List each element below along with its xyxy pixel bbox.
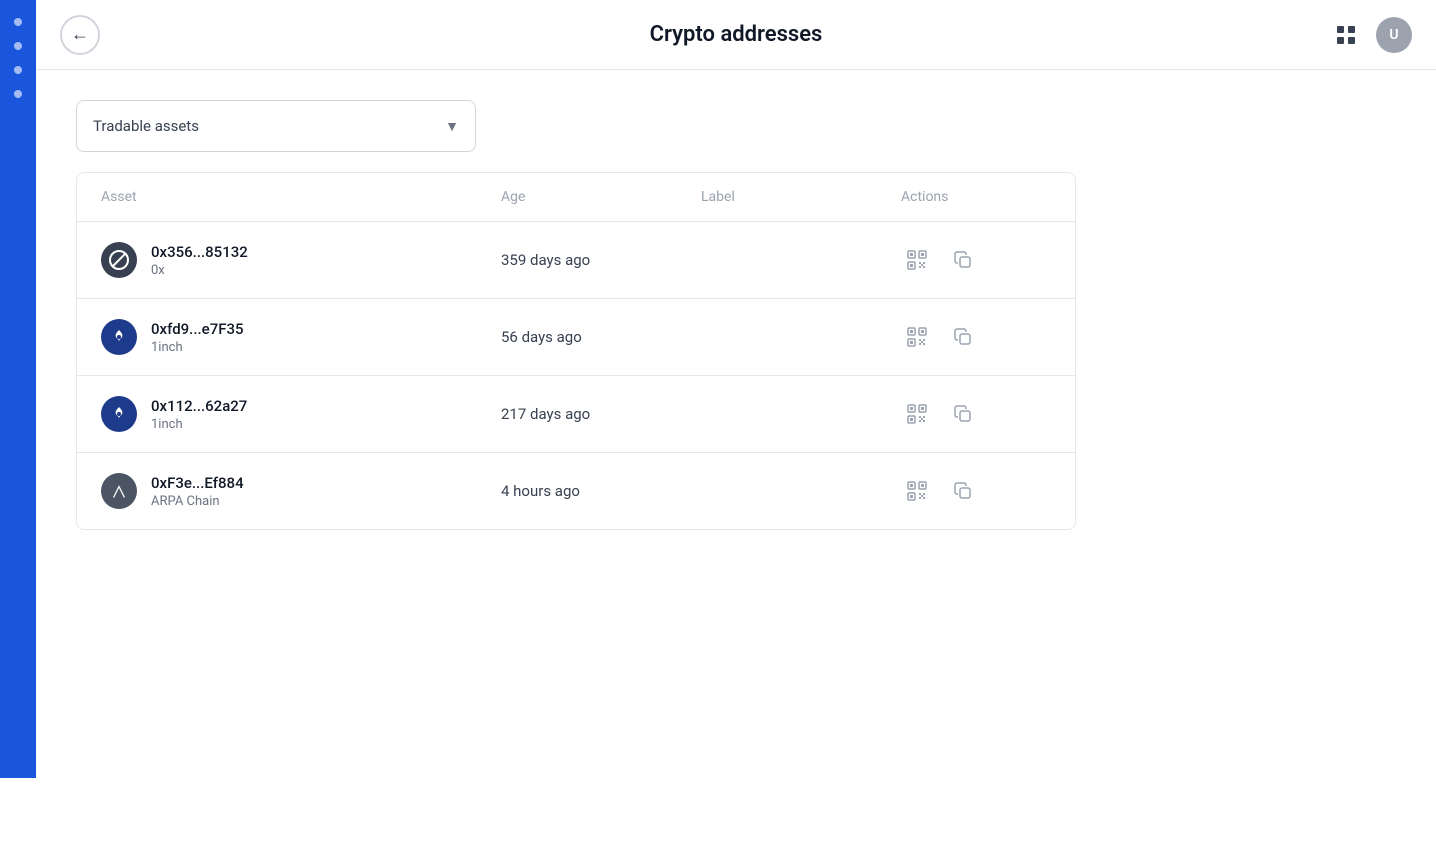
qr-code-button[interactable]	[901, 398, 933, 430]
tradable-assets-dropdown[interactable]: Tradable assets ▼	[76, 100, 476, 152]
qr-code-icon	[906, 480, 928, 502]
avatar[interactable]: U	[1376, 17, 1412, 53]
age-cell: 56 days ago	[501, 328, 701, 346]
copy-button[interactable]	[947, 244, 979, 276]
asset-cell: 0xfd9...e7F35 1inch	[101, 319, 501, 355]
sidebar-indicator	[14, 42, 22, 50]
sidebar-indicator	[14, 66, 22, 74]
1inch-icon	[108, 326, 130, 348]
table-row: 0x356...85132 0x 359 days ago	[77, 222, 1075, 299]
asset-address: 0x356...85132	[151, 243, 248, 261]
asset-icon-banned	[101, 242, 137, 278]
qr-code-icon	[906, 403, 928, 425]
age-cell: 4 hours ago	[501, 482, 701, 500]
asset-address: 0x112...62a27	[151, 397, 247, 415]
grid-icon	[1335, 24, 1357, 46]
column-header-actions: Actions	[901, 189, 1076, 205]
header-left: ←	[60, 15, 100, 55]
back-button[interactable]: ←	[60, 15, 100, 55]
actions-cell	[901, 244, 1076, 276]
asset-address: 0xfd9...e7F35	[151, 320, 244, 338]
table-row: 0xF3e...Ef884 ARPA Chain 4 hours ago	[77, 453, 1075, 529]
avatar-label: U	[1389, 27, 1398, 43]
actions-cell	[901, 398, 1076, 430]
header-right: U	[1328, 17, 1412, 53]
asset-info: 0xF3e...Ef884 ARPA Chain	[151, 474, 244, 509]
actions-cell	[901, 321, 1076, 353]
banned-icon	[108, 249, 130, 271]
asset-icon-1inch	[101, 319, 137, 355]
asset-sublabel: 1inch	[151, 340, 244, 355]
column-header-asset: Asset	[101, 189, 501, 205]
dropdown-container: Tradable assets ▼	[76, 100, 1396, 152]
copy-icon	[953, 327, 973, 347]
asset-sublabel: 1inch	[151, 417, 247, 432]
sidebar-indicator	[14, 18, 22, 26]
page-title: Crypto addresses	[650, 22, 823, 47]
qr-code-button[interactable]	[901, 475, 933, 507]
asset-info: 0x112...62a27 1inch	[151, 397, 247, 432]
grid-icon-button[interactable]	[1328, 17, 1364, 53]
asset-cell: 0x112...62a27 1inch	[101, 396, 501, 432]
copy-icon	[953, 250, 973, 270]
qr-code-button[interactable]	[901, 244, 933, 276]
column-header-age: Age	[501, 189, 701, 205]
header: ← Crypto addresses U	[36, 0, 1436, 70]
asset-info: 0x356...85132 0x	[151, 243, 248, 278]
table-row: 0xfd9...e7F35 1inch 56 days ago	[77, 299, 1075, 376]
asset-cell: 0x356...85132 0x	[101, 242, 501, 278]
copy-button[interactable]	[947, 475, 979, 507]
actions-cell	[901, 475, 1076, 507]
asset-sublabel: 0x	[151, 263, 248, 278]
back-icon: ←	[71, 24, 89, 45]
asset-sublabel: ARPA Chain	[151, 494, 244, 509]
arpa-icon	[108, 480, 130, 502]
copy-button[interactable]	[947, 398, 979, 430]
copy-button[interactable]	[947, 321, 979, 353]
asset-icon-arpa	[101, 473, 137, 509]
dropdown-label: Tradable assets	[93, 117, 199, 135]
crypto-addresses-table: Asset Age Label Actions 0x356...85132 0x…	[76, 172, 1076, 530]
asset-icon-1inch	[101, 396, 137, 432]
qr-code-icon	[906, 249, 928, 271]
table-row: 0x112...62a27 1inch 217 days ago	[77, 376, 1075, 453]
copy-icon	[953, 404, 973, 424]
sidebar	[0, 0, 36, 778]
age-cell: 217 days ago	[501, 405, 701, 423]
copy-icon	[953, 481, 973, 501]
qr-code-button[interactable]	[901, 321, 933, 353]
asset-address: 0xF3e...Ef884	[151, 474, 244, 492]
sidebar-indicator	[14, 90, 22, 98]
table-header: Asset Age Label Actions	[77, 173, 1075, 222]
qr-code-icon	[906, 326, 928, 348]
asset-info: 0xfd9...e7F35 1inch	[151, 320, 244, 355]
age-cell: 359 days ago	[501, 251, 701, 269]
chevron-down-icon: ▼	[445, 118, 459, 135]
1inch-icon	[108, 403, 130, 425]
main-content: Tradable assets ▼ Asset Age Label Action…	[36, 70, 1436, 560]
column-header-label: Label	[701, 189, 901, 205]
asset-cell: 0xF3e...Ef884 ARPA Chain	[101, 473, 501, 509]
